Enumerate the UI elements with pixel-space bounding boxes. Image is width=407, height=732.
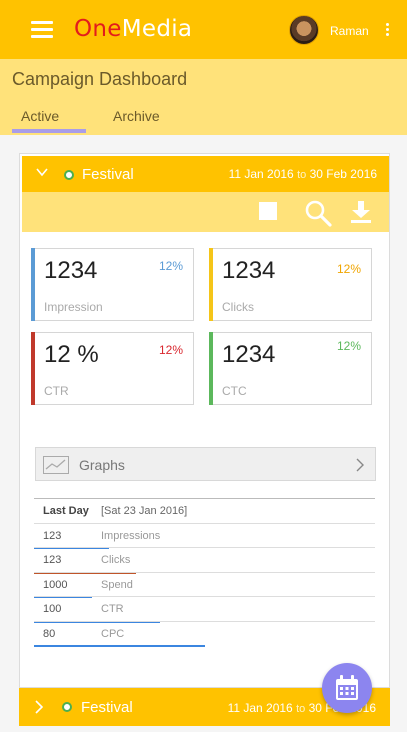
table-header-label: Last Day [43,505,89,517]
start-date: 11 Jan 2016 [228,167,294,181]
chevron-right-icon[interactable] [34,700,44,714]
table-row: 80 CPC [34,620,375,647]
stat-value: 1234 [222,257,276,284]
tab-active[interactable]: Active [21,108,59,124]
graph-icon [43,456,69,474]
date-range: 11 Jan 2016 to 30 Feb 2016 [229,167,377,181]
active-tab-indicator [12,129,86,133]
kebab-icon[interactable] [384,23,390,39]
stat-ctr[interactable]: 12 % 12% CTR [31,332,194,405]
row-metric: Clicks [101,554,131,566]
row-metric: Spend [101,578,133,591]
stat-accent-bar [209,332,213,405]
stop-icon[interactable] [259,202,277,220]
tab-archive[interactable]: Archive [113,108,160,124]
download-icon[interactable] [350,200,372,224]
stat-ctc[interactable]: 1234 12% CTC [209,332,372,405]
campaign-header[interactable]: Festival 11 Jan 2016 to 30 Feb 2016 [22,156,389,192]
stat-value: 1234 [222,341,276,368]
stat-impression[interactable]: 1234 12% Impression [31,248,194,321]
row-metric: Impressions [101,529,161,542]
row-value: 100 [43,603,62,615]
stat-accent-bar [31,332,35,405]
calendar-icon [336,675,358,700]
stat-label: CTR [44,384,69,398]
stat-change: 12% [158,259,183,273]
stat-change: 12% [336,339,361,353]
chevron-right-icon [356,458,364,472]
search-icon[interactable] [304,199,332,227]
calendar-fab[interactable] [322,663,372,713]
table-header-row: Last Day [Sat 23 Jan 2016] [34,498,375,523]
app-logo: OneMedia [74,16,192,42]
chevron-down-icon[interactable] [36,166,48,178]
campaign-name: Festival [82,166,134,183]
stat-value: 1234 [44,257,98,284]
date-separator: to [296,703,306,715]
logo-media: Media [121,16,193,42]
campaign-name: Festival [81,699,133,716]
stat-value: 12 % [44,341,99,368]
row-metric: CPC [101,627,125,640]
content-area: Festival 11 Jan 2016 to 30 Feb 2016 1234 [0,135,407,732]
stat-label: CTC [222,384,247,398]
date-separator: to [297,169,307,181]
row-value: 123 [43,529,62,542]
table-row: 100 CTR [34,596,375,623]
status-dot [64,170,74,180]
stat-accent-bar [31,248,35,321]
logo-one: One [74,16,122,42]
graphs-button[interactable]: Graphs [35,447,376,481]
row-value: 123 [43,554,62,566]
graphs-label: Graphs [79,457,125,473]
campaign-card: Festival 11 Jan 2016 to 30 Feb 2016 1234 [19,153,390,688]
stat-label: Impression [44,300,103,314]
row-value: 80 [43,627,56,640]
start-date: 11 Jan 2016 [227,701,293,715]
stat-change: 12% [336,262,361,276]
avatar[interactable] [289,15,319,45]
stat-change: 12% [158,343,183,357]
table-header-date: [Sat 23 Jan 2016] [101,505,188,517]
table-row: 1000 Spend [34,571,375,598]
row-metric: CTR [101,603,124,615]
page-title: Campaign Dashboard [12,69,188,89]
end-date: 30 Feb 2016 [309,167,377,181]
row-value: 1000 [43,578,68,591]
stat-clicks[interactable]: 1234 12% Clicks [209,248,372,321]
user-name[interactable]: Raman [330,24,369,38]
table-row: 123 Impressions [34,522,375,549]
last-day-table: Last Day [Sat 23 Jan 2016] 123 Impression… [34,498,375,647]
status-dot [62,702,72,712]
page-header: Campaign Dashboard Active Archive [0,59,407,135]
menu-icon[interactable] [31,21,53,39]
app-bar: OneMedia Raman [0,0,407,59]
campaign-toolbar [22,192,389,232]
table-row: 123 Clicks [34,547,375,574]
stat-label: Clicks [222,300,254,314]
row-progress-bar [34,645,205,647]
stat-accent-bar [209,248,213,321]
